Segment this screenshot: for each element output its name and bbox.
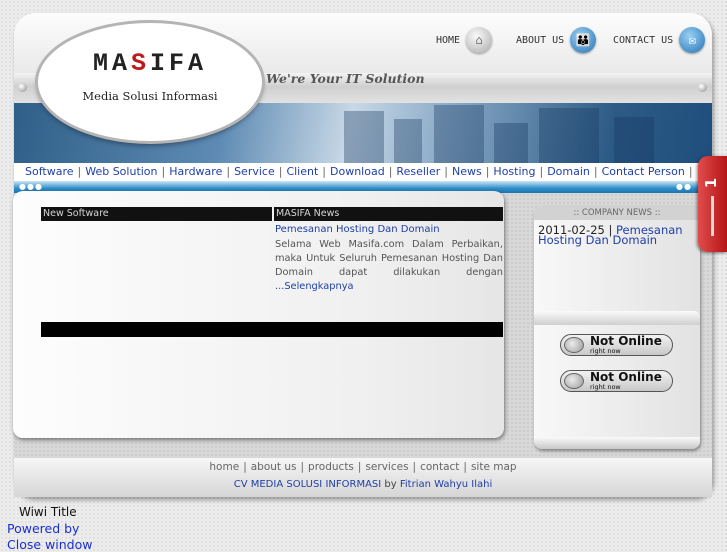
menu-hosting[interactable]: Hosting xyxy=(493,165,535,178)
tagline: We're Your IT Solution xyxy=(266,71,425,86)
company-news-panel: :: COMPANY NEWS :: 2011-02-25 | Pemesana… xyxy=(534,206,700,449)
footer-site-map[interactable]: site map xyxy=(471,461,517,473)
powered-by-link[interactable]: Powered by xyxy=(7,521,79,536)
nav-home[interactable]: HOME ⌂ xyxy=(436,27,493,53)
home-icon: ⌂ xyxy=(466,27,493,53)
people-icon: 👪 xyxy=(570,27,597,53)
nav-about-us[interactable]: ABOUT US 👪 xyxy=(516,27,597,53)
messenger-face-icon xyxy=(564,373,584,389)
logo-wordmark: MASIFA xyxy=(92,49,208,78)
panel-bottom-bar xyxy=(534,437,700,449)
menu-software[interactable]: Software xyxy=(25,165,74,178)
ym-status-badge[interactable]: Not Online right now xyxy=(560,370,673,392)
menu-client[interactable]: Client xyxy=(286,165,318,178)
menu-download[interactable]: Download xyxy=(330,165,385,178)
masifa-news-header: MASIFA News xyxy=(274,207,503,221)
dots-decoration: ●●● xyxy=(19,182,43,191)
footer-about-us[interactable]: about us xyxy=(251,461,297,473)
logo-subtitle: Media Solusi Informasi xyxy=(82,89,218,103)
ym-status-badge[interactable]: Not Online right now xyxy=(560,334,673,356)
banner-building xyxy=(394,119,422,163)
menu-contact-person[interactable]: Contact Person xyxy=(602,165,685,178)
footer-credit: CV MEDIA SOLUSI INFORMASI by Fitrian Wah… xyxy=(233,479,493,490)
content-black-bar xyxy=(41,322,503,337)
main-menu: Software | Web Solution | Hardware | Service | C… xyxy=(14,163,712,181)
rivet-right xyxy=(698,83,707,92)
footer-home[interactable]: home xyxy=(209,461,239,473)
menu-service[interactable]: Service xyxy=(234,165,275,178)
news-headline-link[interactable]: Pemesanan Hosting Dan Domain xyxy=(275,224,440,235)
footer-services[interactable]: services xyxy=(365,461,408,473)
wiwi-title: Wiwi Title xyxy=(19,505,77,519)
menu-domain[interactable]: Domain xyxy=(547,165,590,178)
footer-links: home | about us | products | services | contact |… xyxy=(209,461,517,473)
author-link[interactable]: Fitrian Wahyu Ilahi xyxy=(400,479,492,490)
company-news-title: :: COMPANY NEWS :: xyxy=(534,206,700,220)
banner-building xyxy=(614,117,654,163)
rivet-left xyxy=(18,83,27,92)
nav-contact-us[interactable]: CONTACT US ✉ xyxy=(613,27,706,53)
footer: home | about us | products | services | contact |… xyxy=(14,458,712,497)
menu-reseller[interactable]: Reseller xyxy=(396,165,440,178)
masifa-logo[interactable]: MASIFA Media Solusi Informasi xyxy=(38,23,262,141)
mail-icon: ✉ xyxy=(679,27,706,53)
company-news-item: 2011-02-25 | Pemesanan Hosting Dan Domai… xyxy=(538,223,683,247)
banner-building xyxy=(494,123,528,163)
banner-building xyxy=(344,111,384,163)
messenger-face-icon xyxy=(564,337,584,353)
menu-news[interactable]: News xyxy=(452,165,482,178)
panel-divider xyxy=(534,311,700,325)
footer-products[interactable]: products xyxy=(308,461,354,473)
feedback-side-tab[interactable]: 1 xyxy=(698,156,727,252)
menu-web-solution[interactable]: Web Solution xyxy=(85,165,157,178)
menu-hardware[interactable]: Hardware xyxy=(169,165,222,178)
read-more-link[interactable]: ...Selengkapnya xyxy=(275,281,354,292)
dots-decoration: ●● xyxy=(676,182,692,191)
news-body: Selama Web Masifa.com Dalam Perbaikan, m… xyxy=(275,239,503,292)
banner-building xyxy=(539,108,599,163)
banner-building xyxy=(434,105,484,163)
new-software-header: New Software xyxy=(41,207,272,221)
footer-contact[interactable]: contact xyxy=(420,461,459,473)
side-tab-number: 1 xyxy=(702,177,721,189)
side-tab-stripe xyxy=(711,196,714,236)
